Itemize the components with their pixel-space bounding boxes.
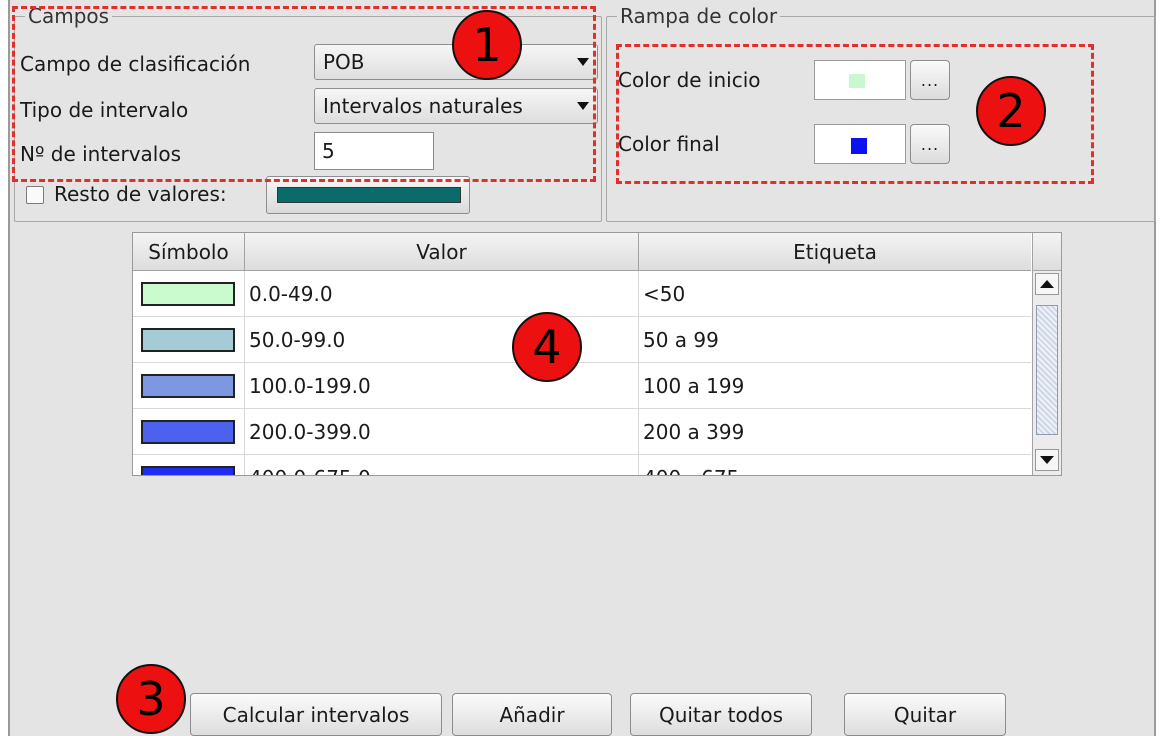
classification-dialog: Campos Campo de clasificación POB Tipo d… — [8, 0, 1156, 736]
num-intervalos-label: Nº de intervalos — [20, 142, 182, 166]
header-valor[interactable]: Valor — [245, 233, 639, 270]
intervals-table: Símbolo Valor Etiqueta 0.0-49.0 <50 50.0… — [132, 232, 1062, 476]
symbol-swatch — [141, 374, 235, 398]
chevron-down-icon — [577, 102, 589, 110]
dots-icon: ... — [920, 134, 940, 154]
color-final-swatch — [851, 138, 867, 154]
symbol-cell[interactable] — [133, 317, 245, 363]
quitar-button[interactable]: Quitar — [844, 693, 1006, 736]
symbol-swatch — [141, 466, 235, 475]
color-final-picker-button[interactable]: ... — [910, 124, 950, 164]
rampa-legend: Rampa de color — [620, 4, 778, 28]
campos-legend: Campos — [28, 4, 110, 28]
valor-cell[interactable]: 200.0-399.0 — [245, 409, 639, 455]
header-simbolo[interactable]: Símbolo — [133, 233, 245, 270]
valor-cell[interactable]: 100.0-199.0 — [245, 363, 639, 409]
valor-cell[interactable]: 0.0-49.0 — [245, 271, 639, 317]
etiqueta-cell[interactable]: 200 a 399 — [639, 409, 1031, 455]
tipo-intervalo-combo[interactable]: Intervalos naturales — [314, 88, 598, 124]
table-row[interactable]: 100.0-199.0 100 a 199 — [133, 363, 1031, 409]
scroll-up-button[interactable] — [1035, 273, 1059, 295]
etiqueta-cell[interactable]: <50 — [639, 271, 1031, 317]
symbol-cell[interactable] — [133, 271, 245, 317]
annotation-badge-1: 1 — [452, 10, 522, 80]
clasificacion-value: POB — [323, 50, 365, 74]
symbol-cell[interactable] — [133, 455, 245, 475]
symbol-swatch — [141, 328, 235, 352]
header-etiqueta[interactable]: Etiqueta — [639, 233, 1031, 270]
table-row[interactable]: 200.0-399.0 200 a 399 — [133, 409, 1031, 455]
calcular-intervalos-button[interactable]: Calcular intervalos — [190, 693, 442, 736]
rampa-group: Rampa de color — [606, 6, 1156, 222]
chevron-down-icon — [577, 58, 589, 66]
arrow-up-icon — [1040, 280, 1054, 288]
tipo-intervalo-value: Intervalos naturales — [323, 94, 523, 118]
color-inicio-picker-button[interactable]: ... — [910, 60, 950, 100]
symbol-swatch — [141, 420, 235, 444]
scroll-thumb[interactable] — [1036, 305, 1058, 435]
resto-valores-checkbox[interactable] — [26, 186, 44, 204]
annotation-badge-2: 2 — [976, 76, 1046, 146]
scroll-corner — [1032, 233, 1061, 271]
table-row[interactable]: 0.0-49.0 <50 — [133, 271, 1031, 317]
num-intervalos-field[interactable]: 5 — [314, 132, 434, 170]
resto-valores-color-button[interactable] — [266, 176, 470, 214]
symbol-cell[interactable] — [133, 363, 245, 409]
arrow-down-icon — [1040, 456, 1054, 464]
symbol-cell[interactable] — [133, 409, 245, 455]
clasificacion-label: Campo de clasificación — [20, 52, 251, 76]
scroll-down-button[interactable] — [1035, 449, 1059, 471]
etiqueta-cell[interactable]: 50 a 99 — [639, 317, 1031, 363]
color-inicio-label: Color de inicio — [618, 68, 761, 92]
valor-cell[interactable]: 400.0-675.0 — [245, 455, 639, 475]
color-inicio-swatch — [849, 74, 865, 88]
table-row[interactable]: 400.0-675.0 400 - 675 — [133, 455, 1031, 475]
resto-valores-swatch — [277, 187, 461, 203]
table-row[interactable]: 50.0-99.0 50 a 99 — [133, 317, 1031, 363]
tipo-intervalo-label: Tipo de intervalo — [20, 98, 189, 122]
symbol-swatch — [141, 282, 235, 306]
etiqueta-cell[interactable]: 100 a 199 — [639, 363, 1031, 409]
color-inicio-field — [814, 60, 906, 100]
table-header: Símbolo Valor Etiqueta — [133, 233, 1031, 271]
color-final-field — [814, 124, 906, 164]
table-scrollbar[interactable] — [1032, 271, 1061, 475]
quitar-todos-button[interactable]: Quitar todos — [630, 693, 812, 736]
num-intervalos-value: 5 — [322, 139, 335, 163]
dots-icon: ... — [920, 70, 940, 90]
color-final-label: Color final — [618, 132, 720, 156]
annotation-badge-4: 4 — [512, 312, 582, 382]
annotation-badge-3: 3 — [116, 664, 186, 734]
anadir-button[interactable]: Añadir — [452, 693, 612, 736]
etiqueta-cell[interactable]: 400 - 675 — [639, 455, 1031, 475]
resto-valores-label: Resto de valores: — [54, 182, 227, 206]
